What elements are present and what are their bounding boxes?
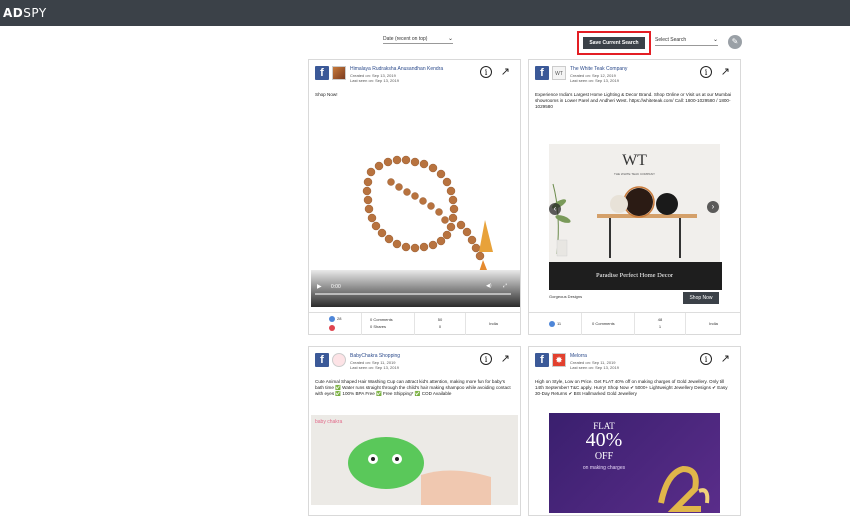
logo-bold: AD [3,6,24,20]
ad-image[interactable]: baby chakra [311,415,518,505]
ad-card[interactable]: f BabyChakra Shopping Created on: Sep 11… [308,346,521,516]
ad-headline: Paradise Perfect Home Decor [595,272,674,279]
last-seen-date: Last seen on: Sep 13, 2019 [350,78,399,83]
shares-count: 0 Shares [370,324,387,329]
reaction-count: 28 [337,316,342,322]
like-icon [549,321,555,327]
advertiser-avatar: ✸ [552,353,566,367]
advertiser-name[interactable]: The White Teak Company [570,66,627,72]
fullscreen-icon[interactable]: ⤢ [503,283,507,289]
ad-text: Experience India's Largest Home Lighting… [535,92,732,109]
reactions-cell: 11 [529,313,582,335]
country: India [489,321,498,326]
advertiser-avatar [332,353,346,367]
open-external-icon[interactable]: ↗ [721,352,730,365]
hair-washing-cup-image [348,437,491,505]
save-current-search-button[interactable]: Save Current Search [583,37,645,49]
facebook-icon: f [535,353,549,367]
ad-text: Shop Now! [315,92,338,97]
advertiser-name[interactable]: Melorra [570,353,587,359]
ad-card[interactable]: f WT The White Teak Company Created on: … [528,59,741,335]
chevron-down-icon: ⌄ [712,37,718,43]
rudraksha-mala-image [311,155,520,307]
logo-light: SPY [23,6,47,20]
facebook-icon: f [315,353,329,367]
info-icon[interactable]: i [700,353,712,365]
comments-count: 0 Comments [370,317,393,322]
ad-text: High on Style, Low on Price. Get FLAT 40… [535,379,728,396]
card-header: f ✸ Melorra Created on: Sep 11, 2019 Las… [535,353,734,375]
ad-carousel[interactable]: FLAT 40% OFF on making charges [549,413,720,513]
volume-icon[interactable]: ◀) [486,283,492,289]
card-header: f Himalaya Rudraksha Anusandhan Kendra C… [315,66,514,88]
last-seen-date: Last seen on: Sep 13, 2019 [350,365,399,370]
open-external-icon[interactable]: ↗ [501,65,510,78]
gold-jewellery-image [658,465,710,512]
card-header: f WT The White Teak Company Created on: … [535,66,734,88]
info-icon[interactable]: i [480,353,492,365]
views-bottom: 0 [438,324,442,329]
select-search-value: Select Search [655,37,687,43]
sort-select[interactable]: Date (recent on top) ⌄ [383,36,453,44]
card-header: f BabyChakra Shopping Created on: Sep 11… [315,353,514,375]
love-icon [329,325,335,331]
edit-search-icon[interactable]: ✎ [728,35,742,49]
card-footer: 11 0 Comments 48 1 India [529,312,740,335]
chevron-down-icon: ⌄ [447,36,453,42]
facebook-icon: f [535,66,549,80]
decor-image [549,183,722,290]
select-search-dropdown[interactable]: Select Search ⌄ [655,37,718,46]
last-seen-date: Last seen on: Sep 13, 2019 [570,365,619,370]
views-top: 50 [437,317,443,322]
comments-cell: 0 Comments [582,313,635,335]
like-icon [329,316,335,322]
carousel-prev-icon[interactable]: ‹ [549,203,561,215]
ad-card[interactable]: f ✸ Melorra Created on: Sep 11, 2019 Las… [528,346,741,516]
facebook-icon: f [315,66,329,80]
open-external-icon[interactable]: ↗ [721,65,730,78]
top-bar: ADSPY [0,0,850,26]
carousel-next-icon[interactable]: › [707,201,719,213]
card-footer: 28 0 Comments 0 Shares 50 0 India [309,312,520,335]
comments-count: 0 Comments [592,321,615,326]
reactions-cell: 28 [309,313,362,335]
ad-video[interactable]: ▶ 0:00 ◀) ⤢ [311,102,520,307]
save-search-highlight: Save Current Search [577,31,651,55]
shop-now-button[interactable]: Shop Now [683,292,719,304]
views-bottom: 1 [658,324,662,329]
advertiser-name[interactable]: BabyChakra Shopping [350,353,400,359]
views-top: 48 [657,317,663,322]
last-seen-date: Last seen on: Sep 13, 2019 [570,78,619,83]
adspy-logo[interactable]: ADSPY [3,6,47,20]
sort-value: Date (recent on top) [383,36,428,42]
ad-carousel[interactable]: WT THE WHITE TEAK COMPANY Paradise Perfe… [549,144,722,290]
ad-caption: Gorgeous Designs [549,294,583,299]
views-cell: 50 0 [415,313,466,335]
info-icon[interactable]: i [480,66,492,78]
video-time: 0:00 [331,284,341,290]
advertiser-avatar [332,66,346,80]
reaction-count: 11 [557,321,562,327]
country: India [709,321,718,326]
comments-cell: 0 Comments 0 Shares [362,313,415,335]
open-external-icon[interactable]: ↗ [501,352,510,365]
ad-card[interactable]: f Himalaya Rudraksha Anusandhan Kendra C… [308,59,521,335]
play-icon[interactable]: ▶ [317,283,322,290]
advertiser-avatar: WT [552,66,566,80]
info-icon[interactable]: i [700,66,712,78]
ad-text: Cute Animal Shaped Hair Washing Cup can … [315,379,511,396]
advertiser-name[interactable]: Himalaya Rudraksha Anusandhan Kendra [350,66,443,72]
views-cell: 48 1 [635,313,686,335]
